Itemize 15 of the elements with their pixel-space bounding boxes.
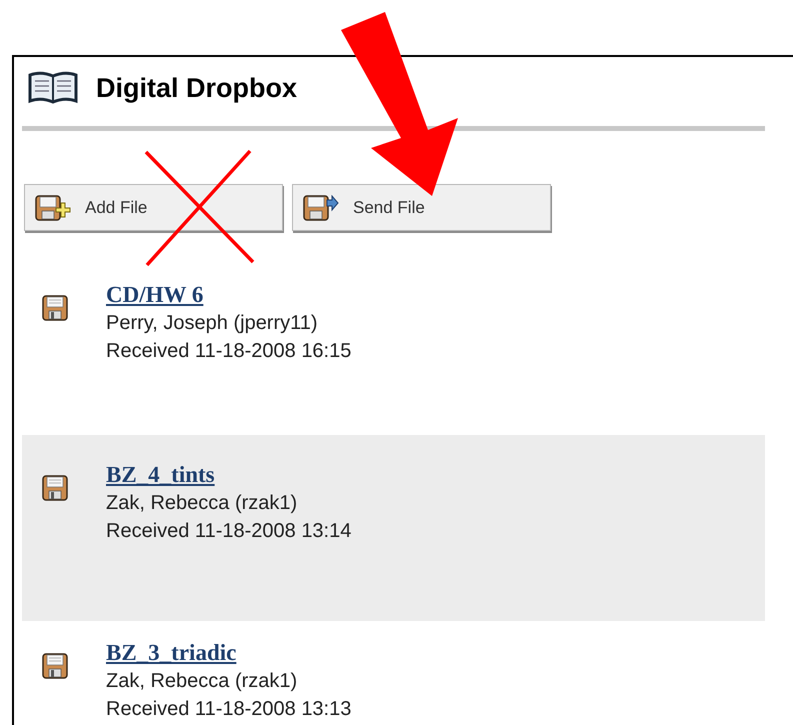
floppy-arrow-icon xyxy=(303,194,339,220)
received-text: Received 11-18-2008 16:15 xyxy=(106,339,352,364)
file-link[interactable]: BZ_4_tints xyxy=(106,461,352,489)
book-icon xyxy=(28,71,78,105)
floppy-plus-icon xyxy=(35,194,71,220)
sender-text: Zak, Rebecca (rzak1) xyxy=(106,491,298,516)
toolbar-button[interactable]: Add File xyxy=(24,184,283,231)
sender-text: Perry, Joseph (jperry11) xyxy=(106,311,319,336)
received-text: Received 11-18-2008 13:13 xyxy=(106,697,352,722)
received-text: Received 11-18-2008 13:14 xyxy=(106,519,352,544)
page-title: Digital Dropbox xyxy=(96,72,297,105)
sender-text: Zak, Rebecca (rzak1) xyxy=(106,669,298,694)
toolbar-button[interactable]: Send File xyxy=(292,184,551,231)
file-link[interactable]: BZ_3_triadic xyxy=(106,639,352,667)
file-link[interactable]: CD/HW 6 xyxy=(106,281,352,309)
